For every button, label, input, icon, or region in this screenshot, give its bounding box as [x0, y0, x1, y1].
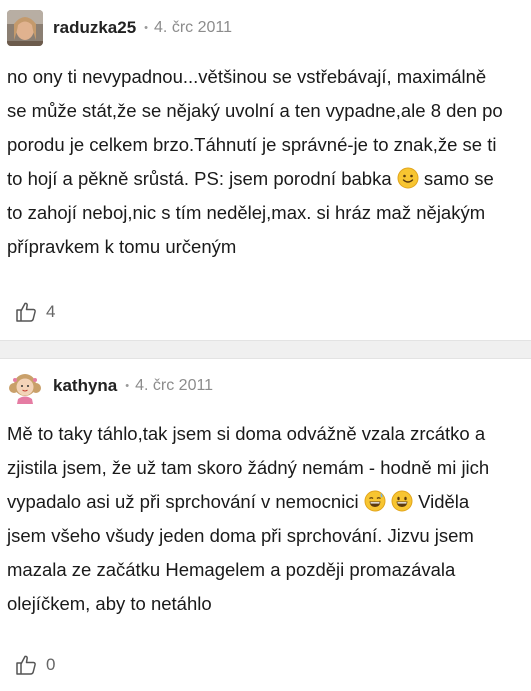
comment-card: raduzka25 • 4. črc 2011 no ony ti nevypa… [0, 0, 531, 340]
meta-separator: • [144, 22, 149, 34]
meta-separator: • [125, 380, 130, 392]
comment-text: no ony ti nevypadnou...většinou se vstře… [7, 60, 509, 264]
comment-header: kathyna • 4. črc 2011 [7, 359, 509, 413]
like-count: 0 [46, 655, 56, 674]
slightly-smiling-face-icon [397, 167, 419, 189]
grinning-sweat-face-icon [364, 490, 386, 512]
like-button[interactable]: 4 [14, 300, 55, 324]
comment-author[interactable]: raduzka25 [53, 18, 136, 38]
thumbs-up-icon [16, 302, 36, 322]
cartoon-girl-avatar-icon [7, 368, 43, 404]
user-photo-avatar-icon [7, 10, 43, 46]
comment-date: 4. črc 2011 [135, 377, 214, 394]
comment-separator [0, 340, 531, 359]
comment-text: Mě to taky táhlo,tak jsem si doma odvážn… [7, 417, 509, 621]
grinning-face-icon [391, 490, 413, 512]
comment-header: raduzka25 • 4. črc 2011 [7, 0, 509, 56]
like-count: 4 [46, 302, 56, 321]
comment-author[interactable]: kathyna [53, 376, 117, 396]
comment-card: kathyna • 4. črc 2011 Mě to taky táhlo,t… [0, 359, 531, 691]
user-avatar[interactable] [7, 10, 43, 46]
comment-date: 4. črc 2011 [154, 19, 232, 36]
thumbs-up-icon [16, 655, 36, 675]
user-avatar[interactable] [7, 368, 43, 404]
like-button[interactable]: 0 [14, 653, 55, 677]
